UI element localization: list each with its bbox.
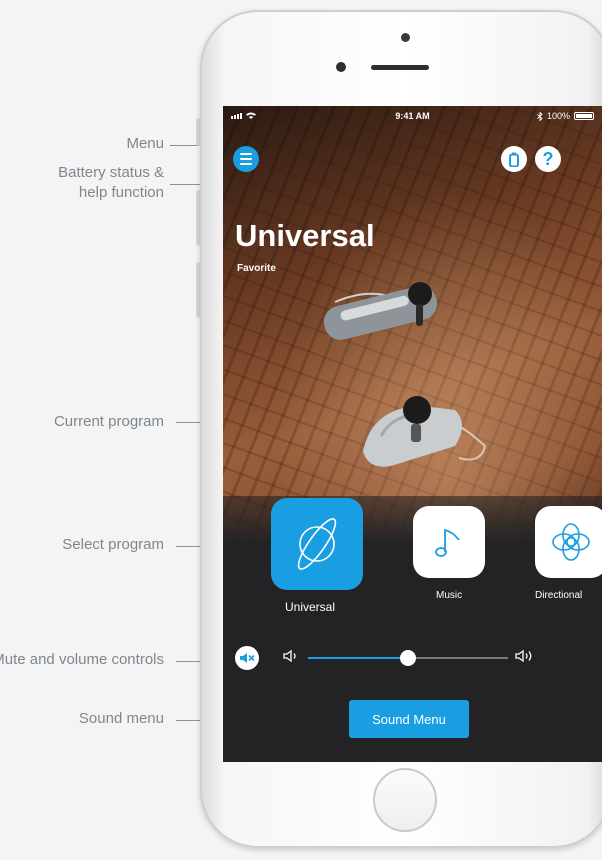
volume-slider-thumb[interactable]: [400, 650, 416, 666]
callout-battery-line1: Battery status &: [58, 164, 164, 181]
music-note-icon: [435, 528, 460, 557]
app-screen: 9:41 AM 100% ? Universal Favorite Univer…: [223, 106, 602, 762]
volume-down-icon[interactable]: [283, 649, 301, 663]
program-label-directional: Directional: [535, 590, 583, 601]
callout-select-program: Select program: [62, 536, 164, 553]
callout-battery-line2: help function: [78, 184, 164, 201]
mute-speaker-icon: [240, 653, 255, 663]
mute-button[interactable]: [235, 646, 259, 670]
planet-icon: [297, 518, 337, 570]
sound-menu-button[interactable]: Sound Menu: [349, 700, 469, 738]
program-label-universal: Universal: [285, 600, 336, 614]
callout-sound-menu: Sound menu: [78, 710, 164, 727]
volume-slider-fill: [308, 657, 408, 659]
home-button[interactable]: [373, 768, 437, 832]
directional-icon: [552, 523, 590, 561]
callout-battery-help: Battery status & help function: [58, 163, 164, 203]
program-label-music: Music: [436, 590, 463, 601]
hearing-aids-illustration: [323, 282, 487, 467]
volume-slider[interactable]: [308, 650, 508, 666]
camera-dot-icon: [401, 33, 410, 42]
program-tile-directional[interactable]: [535, 506, 602, 578]
program-tile-universal[interactable]: [271, 498, 363, 590]
volume-up-icon[interactable]: [515, 649, 537, 663]
callout-volume-controls: Mute and volume controls: [0, 651, 164, 668]
earpiece-speaker: [371, 65, 429, 70]
front-camera-icon: [336, 62, 346, 72]
callout-menu: Menu: [126, 135, 164, 152]
program-tile-music[interactable]: [413, 506, 485, 578]
callout-current-program: Current program: [53, 413, 164, 430]
